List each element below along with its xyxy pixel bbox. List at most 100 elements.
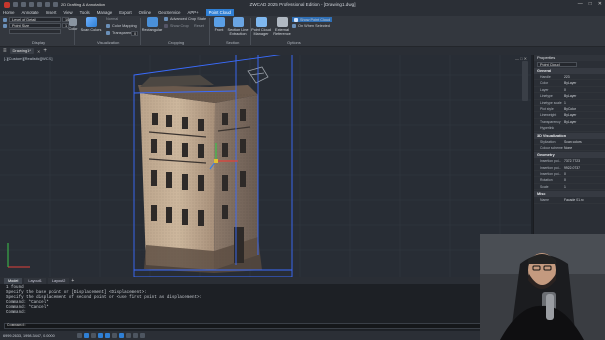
drawing-viewport[interactable]: [-][Custom][Realistic][WCS] — □ ✕ [0, 55, 531, 277]
menu-item-export[interactable]: Export [119, 10, 131, 15]
on-when-selected-option[interactable]: On When Selected [292, 24, 330, 28]
property-value[interactable]: None [564, 145, 605, 150]
display-slider[interactable] [9, 29, 61, 34]
property-value[interactable]: 9922.0737 [564, 165, 605, 170]
group-label-options: Options [287, 40, 301, 45]
menu-item-tools[interactable]: Tools [80, 10, 90, 15]
property-row[interactable]: Scale 1 [534, 184, 605, 191]
property-value[interactable]: ByLayer [564, 112, 605, 117]
rectangular-crop-icon [146, 17, 158, 27]
on-when-selected-label: On When Selected [298, 24, 330, 28]
show-crop-icon [164, 24, 168, 28]
presenter-webcam-overlay [480, 234, 605, 340]
point-cloud-manager-button[interactable]: Point Cloud Manager [250, 17, 272, 37]
menu-item-manage[interactable]: Manage [97, 10, 113, 15]
external-reference-button[interactable]: External Reference [272, 17, 292, 37]
scan-colors-button[interactable]: Scan Colors [80, 17, 102, 32]
layout-tab-layout2[interactable]: Layout2 [47, 277, 70, 284]
tab-drawing1[interactable]: Drawing1* [9, 48, 34, 54]
layout-tab-model[interactable]: Model [4, 277, 23, 284]
show-point-cloud-toggle[interactable]: Show Point Cloud [292, 17, 333, 22]
external-reference-label: External Reference [273, 28, 291, 37]
building-facade-point-cloud [138, 66, 269, 273]
layout-tab-layout1[interactable]: Layout1 [24, 277, 46, 284]
property-value[interactable]: ByLayer [564, 93, 605, 98]
level-of-detail-icon [3, 18, 7, 22]
property-key: Insertion poi... [540, 172, 562, 177]
property-key: Colour scheme [540, 145, 563, 150]
property-key: Insertion poi... [540, 159, 562, 164]
maximize-button[interactable]: □ [589, 1, 592, 7]
quick-properties-toggle[interactable] [132, 333, 138, 338]
property-value[interactable]: 0 [564, 87, 605, 92]
property-value[interactable]: ByLayer [564, 119, 605, 124]
otrack-toggle[interactable] [111, 333, 117, 338]
menu-item-home[interactable]: Home [3, 10, 14, 15]
property-row[interactable]: Hyperlink [534, 125, 605, 132]
menu-item-geoservice[interactable]: GeoService [158, 10, 180, 15]
rectangular-crop-button[interactable]: Rectangular [142, 17, 162, 32]
selection-dropdown[interactable]: Point Cloud [537, 62, 577, 67]
minimize-button[interactable]: — [578, 1, 583, 7]
external-reference-icon [276, 17, 288, 27]
snap-toggle[interactable] [83, 333, 89, 338]
new-tab-icon[interactable]: + [43, 48, 47, 54]
menu-item-online[interactable]: Online [139, 10, 151, 15]
normal-label: Normal [106, 17, 119, 21]
add-layout-icon[interactable]: + [71, 278, 74, 284]
property-value[interactable]: 7372.7723 [564, 158, 605, 163]
grid-toggle[interactable] [76, 333, 82, 338]
rectangular-label: Rectangular [141, 28, 163, 32]
property-value[interactable]: 223 [564, 74, 605, 79]
menu-item-app-[interactable]: APP+ [188, 10, 199, 15]
property-key: Hyperlink [540, 126, 555, 131]
property-value[interactable]: 1 [564, 100, 605, 105]
property-value[interactable]: ByLayer [564, 80, 605, 85]
section-line-extraction-label: Section Line Extraction [227, 28, 249, 37]
selection-cycling-toggle[interactable] [139, 333, 145, 338]
property-value[interactable]: Facade 01.rc [564, 197, 605, 202]
polar-toggle[interactable] [97, 333, 103, 338]
menu-item-insert[interactable]: Insert [46, 10, 57, 15]
lineweight-toggle[interactable] [125, 333, 131, 338]
menu-item-point-cloud[interactable]: Point Cloud [205, 9, 234, 16]
property-row[interactable]: Colour scheme None [534, 145, 605, 152]
advanced-crop-state-option[interactable]: Advanced Crop State [164, 17, 206, 21]
color-mapping-icon [106, 24, 110, 28]
point-cloud-manager-icon [255, 17, 267, 27]
property-value[interactable]: 0 [564, 171, 605, 176]
show-crop-label: Show Crop [170, 24, 189, 28]
property-value[interactable]: ByColor [564, 106, 605, 111]
menu-item-annotate[interactable]: Annotate [21, 10, 38, 15]
menu-icon[interactable]: ≡ [3, 48, 7, 54]
color-mapping-option[interactable]: Color Mapping [106, 24, 137, 28]
group-label-visualization: Visualization [97, 40, 120, 45]
osnap-toggle[interactable] [104, 333, 110, 338]
property-value[interactable]: 0 [564, 177, 605, 182]
color-button[interactable]: Color [66, 18, 80, 31]
show-point-cloud-icon [294, 17, 298, 22]
property-value[interactable] [564, 125, 605, 130]
transparency-value[interactable]: 0 [131, 31, 138, 36]
property-value[interactable]: Scan colors [564, 139, 605, 144]
presenter-image [480, 234, 605, 340]
ortho-toggle[interactable] [90, 333, 96, 338]
close-button[interactable]: ✕ [598, 1, 602, 7]
section-line-extraction-button[interactable]: Section Line Extraction [226, 17, 250, 37]
color-mapping-label: Color Mapping [112, 24, 137, 28]
property-key: Linetype [540, 94, 553, 99]
front-view-button[interactable]: Front [211, 17, 227, 32]
menu-item-view[interactable]: View [63, 10, 72, 15]
close-tab-icon[interactable]: ✕ [37, 49, 40, 54]
normal-option[interactable]: Normal [106, 17, 118, 21]
reset-option[interactable]: Reset [194, 24, 204, 28]
ribbon-separator [209, 18, 210, 45]
dynamic-input-toggle[interactable] [118, 333, 124, 338]
navigation-bar[interactable] [522, 61, 528, 101]
reset-label: Reset [194, 24, 204, 28]
property-value[interactable]: 1 [564, 184, 605, 189]
command-input[interactable]: Command: [4, 323, 524, 329]
show-crop-option[interactable]: Show Crop [164, 24, 189, 28]
properties-title: Properties [534, 55, 605, 61]
property-row[interactable]: Name Facade 01.rc [534, 197, 605, 204]
